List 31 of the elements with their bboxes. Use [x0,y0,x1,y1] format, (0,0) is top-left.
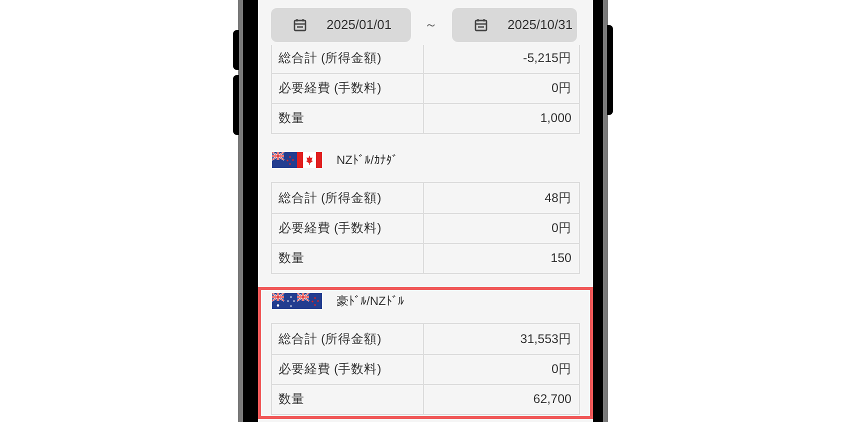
row-value: 1,000 [539,110,572,128]
flag-icon [296,152,322,168]
flag-icon [296,293,322,309]
row-label: 総合計 (所得金額) [272,45,424,73]
row-label: 数量 [272,244,424,273]
row-label: 必要経費 (手数料) [272,214,424,243]
date-button[interactable]: 2025/01/01 [270,8,410,42]
currency-pair: NZﾄﾞﾙ/ｶﾅﾀﾞ [336,152,398,169]
row-label: 必要経費 (手数料) [272,74,424,103]
row-value: 150 [550,250,572,268]
side-button[interactable] [232,75,238,135]
range-separator: ～ [424,16,438,34]
row-label: 総合計 (所得金額) [272,183,424,213]
side-button[interactable] [232,30,238,70]
row-label: 総合計 (所得金額) [272,324,424,354]
row-value: -5,215円 [522,50,572,67]
row-value: 48円 [544,190,572,207]
row-value: 0円 [550,361,572,378]
flag-icon [272,152,296,168]
calendar-icon [474,18,488,32]
calendar-icon [292,18,306,32]
row-value: 62,700 [532,391,572,408]
row-value: 0円 [550,80,572,98]
row-label: 数量 [272,104,424,133]
row-value: 31,553円 [519,330,572,348]
row-label: 数量 [272,385,424,414]
flag-icon [272,293,296,309]
currency-pair: 豪ﾄﾞﾙ/NZﾄﾞﾙ [336,293,404,310]
row-label: 必要経費 (手数料) [272,355,424,384]
row-value: 0円 [550,220,572,238]
date-button[interactable]: 2025/10/31 [452,8,576,42]
